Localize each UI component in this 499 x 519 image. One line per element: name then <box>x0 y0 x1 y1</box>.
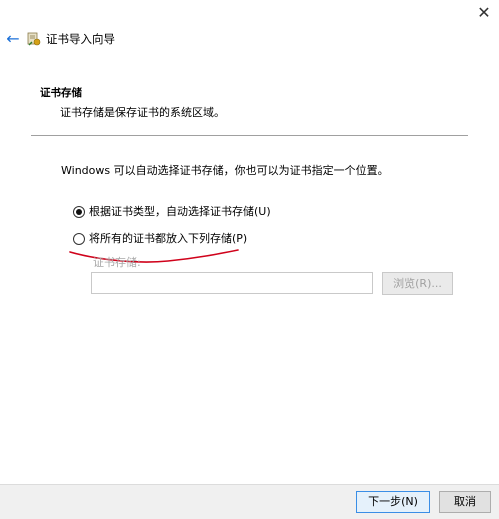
page-description: 证书存储是保存证书的系统区域。 <box>60 106 225 119</box>
wizard-title: 证书导入向导 <box>46 32 115 46</box>
back-arrow-icon[interactable]: ← <box>5 29 21 49</box>
auto-select-store-option[interactable]: 根据证书类型，自动选择证书存储(U) <box>73 204 271 220</box>
certificate-wizard-icon <box>27 32 41 46</box>
intro-text: Windows 可以自动选择证书存储，你也可以为证书指定一个位置。 <box>61 164 389 177</box>
header-divider <box>31 135 468 136</box>
certificate-store-label: 证书存储: <box>93 256 141 269</box>
place-in-store-option[interactable]: 将所有的证书都放入下列存储(P) <box>73 231 247 247</box>
browse-button[interactable]: 浏览(R)... <box>382 272 453 295</box>
close-button[interactable]: ✕ <box>475 4 493 22</box>
next-button[interactable]: 下一步(N) <box>356 491 430 513</box>
cancel-button[interactable]: 取消 <box>439 491 491 513</box>
place-in-store-label: 将所有的证书都放入下列存储(P) <box>89 232 248 245</box>
radio-button-checked[interactable] <box>73 206 85 218</box>
auto-select-store-label: 根据证书类型，自动选择证书存储(U) <box>89 205 271 218</box>
radio-button-unchecked[interactable] <box>73 233 85 245</box>
page-heading: 证书存储 <box>40 87 82 99</box>
certificate-store-field[interactable] <box>91 272 373 294</box>
